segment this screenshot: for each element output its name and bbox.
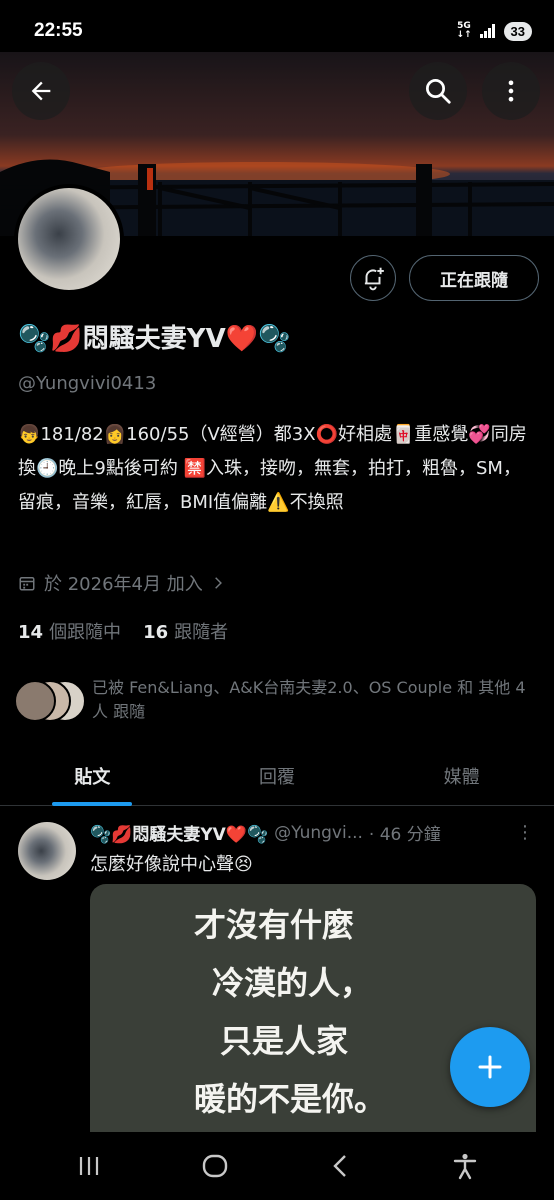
status-bar: 22:55 5G ↓↑ 33: [0, 0, 554, 62]
tab-media[interactable]: 媒體: [369, 746, 554, 805]
followed-by-text: 已被 Fen&Liang、A&K台南夫妻2.0、OS Couple 和 其他 4…: [92, 678, 526, 721]
followers-label: 跟隨者: [174, 622, 229, 643]
network-5g-icon: 5G ↓↑: [456, 21, 472, 40]
image-line: 冷漠的人，: [212, 964, 373, 1002]
compose-button[interactable]: [450, 1027, 530, 1107]
profile-avatar[interactable]: [14, 184, 124, 294]
avatar: [14, 680, 56, 722]
chevron-right-icon: [214, 577, 222, 589]
recent-apps-icon[interactable]: [76, 1154, 102, 1178]
tweet-more-icon[interactable]: ⋮: [516, 822, 534, 843]
tweet-time[interactable]: · 46 分鐘: [369, 820, 441, 845]
bell-plus-icon: [364, 267, 384, 291]
battery-icon: 33: [503, 21, 532, 41]
profile-name: 🫧💋悶騷夫妻YV❤️🫧: [18, 324, 291, 354]
followers-stat[interactable]: 16 跟隨者: [143, 618, 228, 644]
tweet-header: 🫧💋悶騷夫妻YV❤️🫧 @Yungvi... · 46 分鐘 ⋮: [90, 820, 534, 845]
accessibility-icon[interactable]: [452, 1152, 478, 1180]
tab-replies[interactable]: 回覆: [185, 746, 370, 805]
joined-date[interactable]: 於 2026年4月 加入: [18, 570, 225, 596]
more-vertical-icon: [508, 80, 514, 102]
system-nav-bar: [0, 1132, 554, 1200]
tweet-avatar[interactable]: [18, 822, 76, 880]
signal-icon: [479, 24, 495, 38]
image-line: 才沒有什麼: [194, 906, 355, 944]
back-button[interactable]: [12, 62, 70, 120]
tweet-author-handle[interactable]: @Yungvi...: [274, 823, 363, 843]
tweet-text: 怎麼好像說中心聲😣: [90, 854, 253, 875]
follow-stats: 14 個跟隨中 16 跟隨者: [18, 618, 228, 644]
followers-count: 16: [143, 622, 169, 643]
calendar-icon: [19, 577, 35, 591]
network-label: 5G: [457, 21, 471, 31]
profile-bio: 👦181/82👩160/55（V經營）都3X⭕好相處🀄重感覺💞同房換🕘晚上9點後…: [18, 424, 527, 513]
tab-posts[interactable]: 貼文: [0, 746, 185, 805]
following-count: 14: [18, 622, 44, 643]
home-icon[interactable]: [201, 1152, 229, 1180]
plus-icon: [478, 1055, 502, 1079]
status-icons: 5G ↓↑ 33: [456, 21, 532, 41]
profile-tabs: 貼文 回覆 媒體: [0, 746, 554, 806]
tweet-author-name[interactable]: 🫧💋悶騷夫妻YV❤️🫧: [90, 820, 268, 845]
arrow-left-icon: [31, 81, 51, 101]
profile-handle: @Yungvivi0413: [18, 373, 157, 394]
following-button[interactable]: 正在跟隨: [409, 255, 539, 301]
back-nav-icon[interactable]: [329, 1153, 353, 1179]
search-button[interactable]: [409, 62, 467, 120]
status-time: 22:55: [34, 20, 83, 41]
following-stat[interactable]: 14 個跟隨中: [18, 618, 121, 644]
joined-text: 於 2026年4月 加入: [44, 574, 203, 595]
followed-by[interactable]: 已被 Fen&Liang、A&K台南夫妻2.0、OS Couple 和 其他 4…: [14, 676, 544, 724]
search-icon: [426, 79, 451, 104]
notification-button[interactable]: [350, 255, 396, 301]
more-button[interactable]: [482, 62, 540, 120]
followed-by-avatars: [14, 680, 86, 722]
following-label: 個跟隨中: [49, 622, 122, 643]
